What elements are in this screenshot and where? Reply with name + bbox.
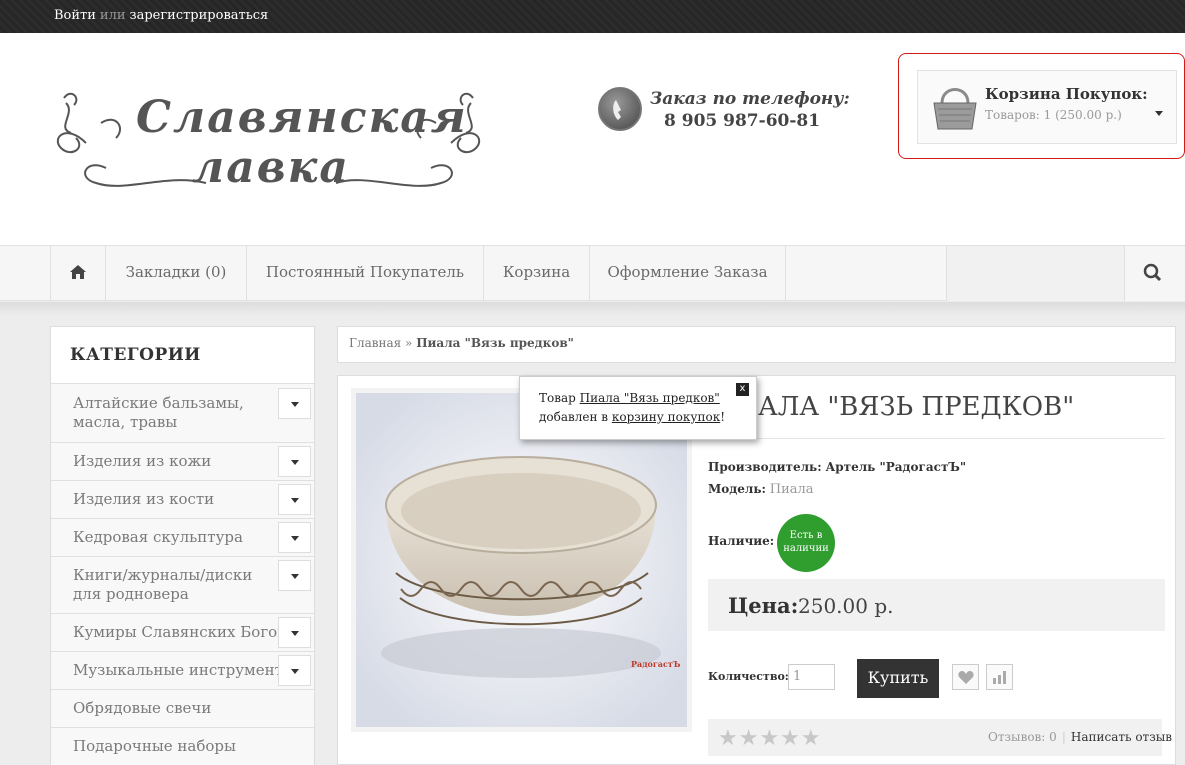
manufacturer-row: Производитель: Артель "РадогастЪ" xyxy=(708,460,966,474)
phone-number: 8 905 987-60-81 xyxy=(664,111,821,131)
phone-order: Заказ по телефону: 8 905 987-60-81 xyxy=(598,85,850,135)
category-toggle[interactable] xyxy=(278,388,311,419)
watermark-logo: РадогастЪ xyxy=(631,659,681,669)
account-links: Войти или зарегистрироваться xyxy=(54,8,268,23)
search-button[interactable] xyxy=(1124,246,1185,301)
top-bar: Войти или зарегистрироваться xyxy=(0,0,1185,33)
manufacturer-label: Производитель: xyxy=(708,460,822,474)
divider xyxy=(708,438,1165,439)
login-link[interactable]: Войти xyxy=(54,8,96,23)
breadcrumb-current[interactable]: Пиала "Вязь предков" xyxy=(416,336,574,350)
category-label: Изделия из кожи xyxy=(73,452,212,470)
search-icon xyxy=(1143,263,1162,282)
chevron-down-icon[interactable] xyxy=(1155,111,1163,116)
category-label: Алтайские бальзамы, масла, травы xyxy=(73,394,244,431)
nav-cart[interactable]: Корзина xyxy=(484,246,590,301)
bar-chart-icon xyxy=(993,671,1006,684)
category-label: Кумиры Славянских Богов xyxy=(73,623,286,641)
category-label: Изделия из кости xyxy=(73,490,215,508)
cart-widget[interactable]: Корзина Покупок: Товаров: 1 (250.00 р.) xyxy=(898,53,1185,159)
category-item[interactable]: Музыкальные инструменты xyxy=(51,651,314,689)
cart-dropdown[interactable]: Корзина Покупок: Товаров: 1 (250.00 р.) xyxy=(917,70,1177,144)
cart-title: Корзина Покупок: xyxy=(985,85,1148,103)
category-item[interactable]: Обрядовые свечи xyxy=(51,689,314,727)
close-icon[interactable]: x xyxy=(736,383,749,396)
category-label: Кедровая скульптура xyxy=(73,528,243,546)
category-toggle[interactable] xyxy=(278,617,311,648)
logo-text: Славянская лавка xyxy=(136,92,468,193)
breadcrumb: Главная » Пиала "Вязь предков" xyxy=(337,326,1176,363)
model-row: Модель: Пиала xyxy=(708,482,814,497)
availability-row: Наличие: xyxy=(708,534,774,548)
category-toggle[interactable] xyxy=(278,446,311,477)
home-icon xyxy=(70,265,86,279)
category-item[interactable]: Кумиры Славянских Богов xyxy=(51,613,314,651)
main-nav: Закладки (0) Постоянный Покупатель Корзи… xyxy=(0,245,1185,301)
breadcrumb-separator: » xyxy=(401,336,417,350)
header: Славянская лавка Заказ по телефону: 8 90… xyxy=(0,33,1185,245)
write-review-link[interactable]: Написать отзыв xyxy=(1071,730,1172,744)
buy-button[interactable]: Купить xyxy=(857,659,939,698)
category-label: Музыкальные инструменты xyxy=(73,661,295,679)
added-to-cart-notification: Товар Пиала "Вязь предков" добавлен в кор… xyxy=(519,376,757,440)
reviews-count[interactable]: Отзывов: 0 xyxy=(988,730,1057,744)
category-item[interactable]: Книги/журналы/диски для родновера xyxy=(51,556,314,613)
price-box: Цена: 250.00 р. xyxy=(708,579,1165,631)
popup-product-link[interactable]: Пиала "Вязь предков" xyxy=(580,391,720,405)
nav-regular-customer[interactable]: Постоянный Покупатель xyxy=(247,246,484,301)
category-item[interactable]: Алтайские бальзамы, масла, травы xyxy=(51,383,314,442)
price-value: 250.00 р. xyxy=(798,594,894,618)
category-label: Подарочные наборы xyxy=(73,737,236,755)
category-toggle[interactable] xyxy=(278,560,311,591)
basket-icon xyxy=(933,88,977,130)
nav-home[interactable] xyxy=(50,246,106,301)
phone-label: Заказ по телефону: xyxy=(650,89,850,109)
popup-cart-link[interactable]: корзину покупок xyxy=(612,410,720,424)
quantity-label: Количество: xyxy=(708,670,789,683)
wishlist-button[interactable] xyxy=(952,664,979,690)
nav-bookmarks[interactable]: Закладки (0) xyxy=(106,246,247,301)
category-toggle[interactable] xyxy=(278,522,311,553)
category-item[interactable]: Кедровая скульптура xyxy=(51,518,314,556)
manufacturer-link[interactable]: Артель "РадогастЪ" xyxy=(825,460,966,474)
availability-badge: Есть в наличии xyxy=(780,517,832,569)
nav-checkout[interactable]: Оформление Заказа xyxy=(590,246,786,301)
categories-panel: КАТЕГОРИИ Алтайские бальзамы, масла, тра… xyxy=(50,326,315,765)
category-item[interactable]: Изделия из кожи xyxy=(51,442,314,480)
categories-title: КАТЕГОРИИ xyxy=(70,345,201,365)
cart-summary: Товаров: 1 (250.00 р.) xyxy=(985,108,1122,122)
category-toggle[interactable] xyxy=(278,655,311,686)
compare-button[interactable] xyxy=(986,664,1013,690)
category-toggle[interactable] xyxy=(278,484,311,515)
rating-stars: ★★★★★ xyxy=(718,726,822,751)
category-label: Обрядовые свечи xyxy=(73,699,212,717)
product-title: АЛА "ВЯЗЬ ПРЕДКОВ" xyxy=(758,392,1075,422)
availability-label: Наличие: xyxy=(708,534,775,548)
quantity-input[interactable]: 1 xyxy=(788,664,835,690)
register-link[interactable]: зарегистрироваться xyxy=(130,8,269,23)
phone-icon xyxy=(598,87,642,131)
price-label: Цена: xyxy=(728,593,799,618)
model-value: Пиала xyxy=(769,482,814,497)
breadcrumb-home[interactable]: Главная xyxy=(349,336,401,350)
category-label: Книги/журналы/диски для родновера xyxy=(73,566,253,603)
model-label: Модель: xyxy=(708,482,766,496)
category-item[interactable]: Изделия из кости xyxy=(51,480,314,518)
site-logo[interactable]: Славянская лавка xyxy=(46,83,491,203)
rating-box: ★★★★★ Отзывов: 0 | Написать отзыв xyxy=(708,719,1172,756)
or-text: или xyxy=(99,8,126,23)
reviews-row: Отзывов: 0 | Написать отзыв xyxy=(988,730,1173,744)
heart-icon xyxy=(958,670,974,684)
bowl-image xyxy=(356,393,687,727)
category-item[interactable]: Подарочные наборы xyxy=(51,727,314,765)
